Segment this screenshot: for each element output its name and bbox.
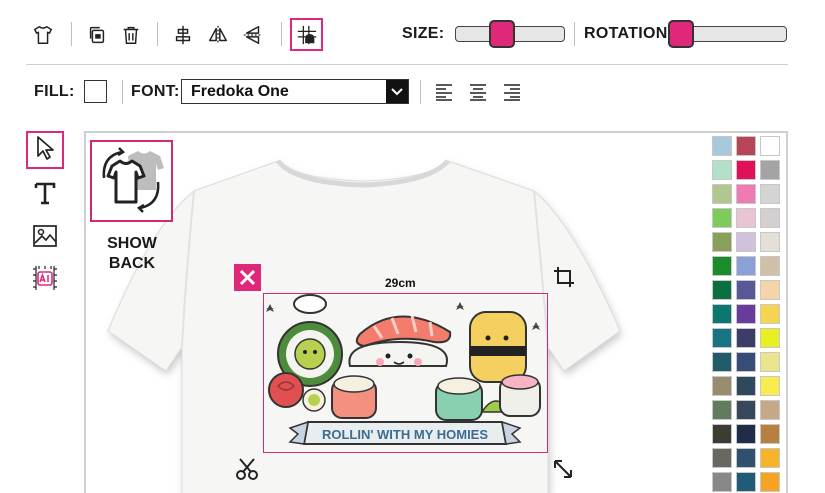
duplicate-icon[interactable] xyxy=(84,22,110,48)
color-swatch[interactable] xyxy=(736,280,756,300)
text-tool-icon xyxy=(32,180,58,211)
color-swatch[interactable] xyxy=(760,424,780,444)
select-tool-button[interactable] xyxy=(26,131,64,169)
align-center-vertical-icon[interactable] xyxy=(170,22,196,48)
color-swatch[interactable] xyxy=(760,472,780,492)
color-swatch[interactable] xyxy=(712,376,732,396)
color-swatch[interactable] xyxy=(712,304,732,324)
color-swatch[interactable] xyxy=(760,208,780,228)
color-swatch[interactable] xyxy=(760,328,780,348)
color-swatch[interactable] xyxy=(712,400,732,420)
color-swatch[interactable] xyxy=(760,448,780,468)
image-tool-button[interactable] xyxy=(26,219,64,257)
show-back-button[interactable] xyxy=(90,140,173,222)
color-swatch[interactable] xyxy=(760,400,780,420)
color-swatch[interactable] xyxy=(736,472,756,492)
trash-icon[interactable] xyxy=(118,22,144,48)
rotation-slider-thumb[interactable] xyxy=(668,20,694,48)
color-swatch[interactable] xyxy=(736,448,756,468)
design-size-label: 29cm xyxy=(385,276,416,290)
chevron-down-icon[interactable] xyxy=(386,80,408,103)
close-icon xyxy=(239,269,256,286)
color-swatch[interactable] xyxy=(712,448,732,468)
color-swatch[interactable] xyxy=(712,280,732,300)
ai-tool-icon xyxy=(31,263,59,298)
ai-tool-button[interactable] xyxy=(26,261,64,299)
color-swatch[interactable] xyxy=(712,232,732,252)
font-select-value: Fredoka One xyxy=(191,82,289,100)
crop-icon[interactable] xyxy=(553,266,575,293)
color-swatch[interactable] xyxy=(760,184,780,204)
design-banner-text: ROLLIN' WITH MY HOMIES xyxy=(322,427,488,442)
font-select[interactable]: Fredoka One xyxy=(181,79,409,104)
color-swatch[interactable] xyxy=(736,136,756,156)
color-swatch[interactable] xyxy=(736,256,756,276)
color-swatch[interactable] xyxy=(760,232,780,252)
color-swatch[interactable] xyxy=(712,184,732,204)
color-swatch[interactable] xyxy=(760,304,780,324)
fill-color-swatch[interactable] xyxy=(84,80,107,103)
color-swatch[interactable] xyxy=(760,256,780,276)
color-swatch[interactable] xyxy=(736,400,756,420)
sushi-illustration: ROLLIN' WITH MY HOMIES xyxy=(266,294,541,445)
color-swatch[interactable] xyxy=(712,160,732,180)
color-swatch[interactable] xyxy=(736,184,756,204)
color-swatch[interactable] xyxy=(760,160,780,180)
color-swatch[interactable] xyxy=(712,424,732,444)
tshirt-icon[interactable] xyxy=(30,22,56,48)
show-back-label: SHOW BACK xyxy=(107,235,157,272)
color-swatch[interactable] xyxy=(760,376,780,396)
color-swatch[interactable] xyxy=(712,208,732,228)
color-swatch[interactable] xyxy=(712,352,732,372)
size-label: SIZE: xyxy=(402,25,445,42)
align-center-icon[interactable] xyxy=(467,82,489,102)
grid-snap-icon xyxy=(294,22,320,48)
color-swatch[interactable] xyxy=(712,328,732,348)
flip-horizontal-icon[interactable] xyxy=(205,22,231,48)
color-swatch[interactable] xyxy=(760,136,780,156)
align-right-icon[interactable] xyxy=(501,82,523,102)
color-swatch[interactable] xyxy=(736,160,756,180)
size-slider-thumb[interactable] xyxy=(488,20,515,48)
color-swatch[interactable] xyxy=(736,232,756,252)
image-tool-icon xyxy=(32,224,58,253)
color-swatch[interactable] xyxy=(760,352,780,372)
color-swatch[interactable] xyxy=(712,136,732,156)
align-left-icon[interactable] xyxy=(433,82,455,102)
text-tool-button[interactable] xyxy=(26,176,64,214)
font-label: FONT: xyxy=(131,83,180,100)
rotation-label: ROTATION: xyxy=(584,25,674,42)
resize-handle-icon[interactable] xyxy=(552,458,574,485)
color-swatch[interactable] xyxy=(736,376,756,396)
scissors-icon[interactable] xyxy=(234,456,260,487)
color-swatch[interactable] xyxy=(736,304,756,324)
color-swatch[interactable] xyxy=(760,280,780,300)
color-swatch[interactable] xyxy=(712,256,732,276)
select-cursor-icon xyxy=(33,135,57,166)
fill-label: FILL: xyxy=(34,83,75,100)
color-swatch[interactable] xyxy=(736,424,756,444)
color-swatch[interactable] xyxy=(736,352,756,372)
color-swatch[interactable] xyxy=(712,472,732,492)
color-swatch[interactable] xyxy=(736,208,756,228)
grid-snap-button[interactable] xyxy=(290,18,323,51)
design-selection-frame[interactable]: ROLLIN' WITH MY HOMIES xyxy=(263,293,548,453)
delete-design-button[interactable] xyxy=(234,264,261,291)
flip-shirt-icon xyxy=(102,147,164,213)
toolbar-divider xyxy=(26,64,788,65)
flip-vertical-icon[interactable] xyxy=(240,22,266,48)
color-swatch[interactable] xyxy=(736,328,756,348)
